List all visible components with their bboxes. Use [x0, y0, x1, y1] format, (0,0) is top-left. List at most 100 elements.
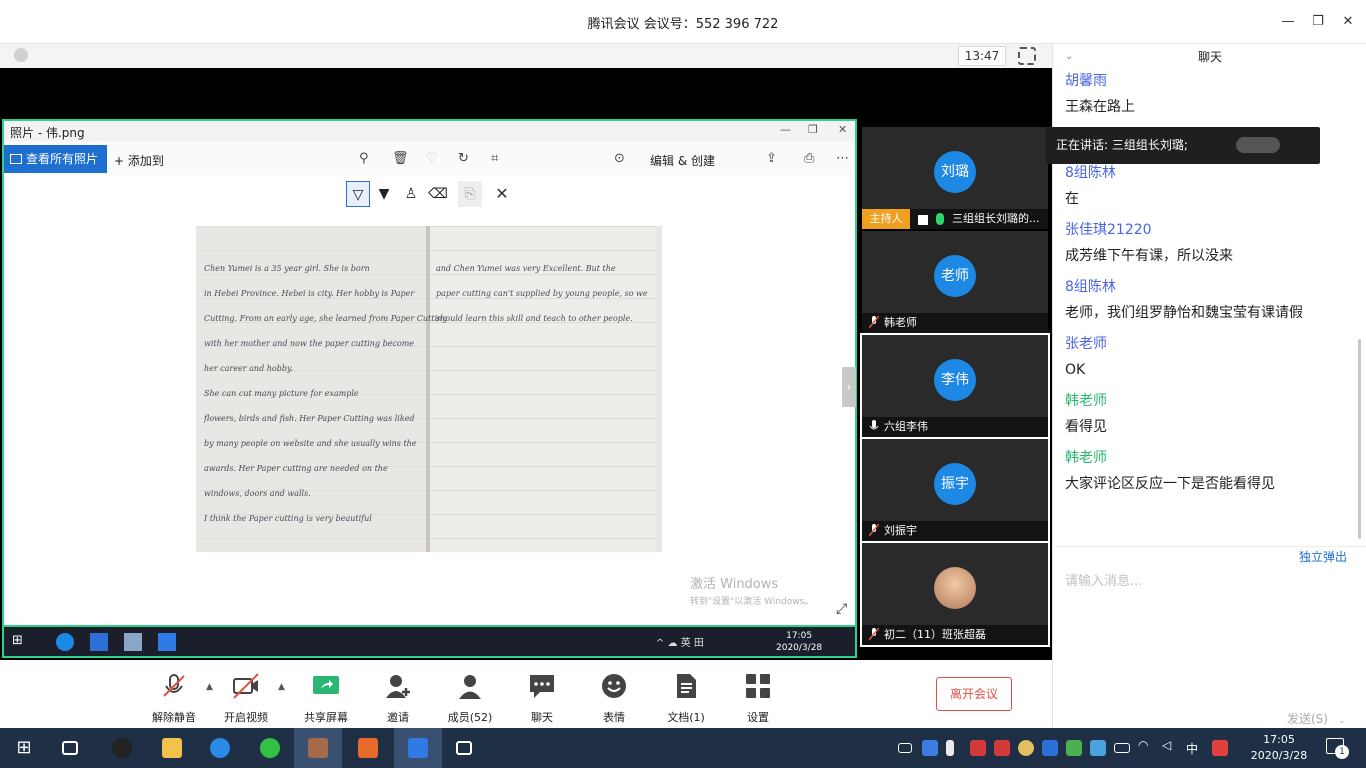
tray-app-icon[interactable]	[1066, 740, 1082, 756]
qq-tray-icon[interactable]	[1018, 740, 1034, 756]
ballpoint-pen-icon[interactable]: ▽	[346, 181, 370, 207]
emoji-button[interactable]: 表情	[576, 672, 652, 725]
crop-icon[interactable]: ⌗	[491, 151, 498, 166]
calligraphy-pen-icon[interactable]: ♙	[399, 181, 423, 207]
invite-button[interactable]: 邀请	[360, 672, 436, 725]
tencent-meeting-button[interactable]	[394, 728, 442, 768]
shield-tray-icon[interactable]	[922, 740, 938, 756]
members-icon	[459, 675, 481, 699]
battery-icon[interactable]	[1114, 743, 1130, 753]
handwriting-line: I think the Paper cutting is very beauti…	[204, 514, 372, 523]
video-off-icon	[233, 673, 259, 699]
rotate-icon[interactable]: ↻	[458, 151, 469, 166]
chevron-down-icon[interactable]: ⌄	[1065, 44, 1073, 70]
activate-windows-watermark: 激活 Windows 转到"设置"以激活 Windows。	[690, 573, 813, 607]
eraser-icon[interactable]: ⌫	[426, 181, 450, 207]
wps-tray-icon[interactable]	[1042, 740, 1058, 756]
share-icon[interactable]: ⇪	[766, 151, 777, 166]
leave-meeting-button[interactable]: 离开会议	[936, 677, 1012, 711]
photos-close-icon[interactable]: ✕	[838, 123, 847, 136]
minimize-icon[interactable]: —	[1278, 12, 1298, 32]
participant-tile[interactable]: 刘璐 三组组长刘璐的... 主持人	[862, 127, 1048, 229]
delete-icon[interactable]: 🗑	[392, 151, 409, 166]
mic-muted-icon	[869, 316, 879, 329]
handwritten-notebook-image: Chen Yumei is a 35 year girl. She is bor…	[196, 226, 662, 552]
restore-icon[interactable]: ❐	[1308, 12, 1328, 32]
fullscreen-icon[interactable]	[1018, 47, 1036, 65]
popout-link[interactable]: 独立弹出	[1299, 548, 1347, 565]
explorer-button[interactable]	[148, 728, 196, 768]
photos-minimize-icon[interactable]: —	[780, 123, 791, 136]
qq-button[interactable]	[98, 728, 146, 768]
zoom-icon[interactable]: ⚲	[359, 151, 369, 166]
meeting-title: 腾讯会议 会议号：552 396 722	[587, 17, 779, 32]
start-button[interactable]: ⊞	[0, 728, 48, 768]
camera-tray-icon[interactable]	[898, 743, 912, 753]
participant-tile[interactable]: 老师 韩老师	[862, 231, 1048, 333]
document-icon	[677, 674, 696, 698]
photos-restore-icon[interactable]: ❐	[808, 123, 818, 136]
participant-tile[interactable]: 李伟 六组李伟	[860, 333, 1050, 439]
share-screen-button[interactable]: 共享屏幕	[288, 672, 364, 725]
browser-icon	[210, 738, 230, 758]
unmute-button[interactable]: 解除静音	[136, 672, 212, 725]
edge-icon	[56, 633, 74, 651]
handwriting-line: by many people on website and she usuall…	[204, 439, 417, 448]
chat-sender: 张佳琪21220	[1065, 222, 1152, 238]
next-photo-icon[interactable]: ›	[842, 367, 856, 407]
start-video-button[interactable]: 开启视频	[208, 672, 284, 725]
shared-taskbar: ⊞ ^ ☁ 英 田 17:05 2020/3/28	[2, 627, 857, 658]
more-icon[interactable]: ⋯	[836, 151, 849, 166]
security-shield-icon[interactable]	[14, 48, 28, 62]
documents-label: 文档(1)	[667, 711, 705, 724]
members-button[interactable]: 成员(52)	[432, 672, 508, 725]
ink-close-icon[interactable]: ✕	[490, 181, 514, 207]
chat-scrollbar[interactable]	[1358, 339, 1361, 539]
participant-tile[interactable]: ⌄ 初二（11）班张超磊	[860, 541, 1050, 647]
view-all-photos-button[interactable]: 查看所有照片	[4, 145, 107, 173]
taskbar-clock[interactable]: 17:05 2020/3/28	[1244, 732, 1314, 764]
expand-icon[interactable]: ⤢	[836, 601, 847, 617]
recorder-button[interactable]	[442, 728, 490, 768]
chat-message: 老师，我们组罗静怡和魏宝莹有课请假	[1065, 305, 1303, 321]
photos-toolbar: 查看所有照片 + 添加到 ⚲ 🗑 ♡ ↻ ⌗ ⊙ 编辑 & 创建 ⇪ ⎙ ⋯	[4, 141, 855, 175]
print-icon[interactable]: ⎙	[804, 151, 814, 166]
close-icon[interactable]: ✕	[1338, 12, 1358, 32]
ppt-button[interactable]	[344, 728, 392, 768]
task-view-button[interactable]	[48, 728, 96, 768]
chat-header: ⌄ 聊天	[1053, 44, 1366, 70]
settings-button[interactable]: 设置	[720, 672, 796, 725]
speaking-indicator: 正在讲话: 三组组长刘璐;	[1046, 127, 1320, 164]
browser-button[interactable]	[196, 728, 244, 768]
mic-icon	[869, 420, 879, 430]
caret-up-icon[interactable]: ▲	[278, 682, 285, 692]
add-to-button[interactable]: + 添加到	[114, 152, 164, 169]
send-button[interactable]: 发送(S) ⌄	[1287, 710, 1346, 727]
volume-icon[interactable]: ◁	[1162, 738, 1178, 754]
chevron-down-icon[interactable]: ⌄	[1338, 716, 1346, 726]
wechat-button[interactable]	[246, 728, 294, 768]
pencil-icon[interactable]: ▼	[372, 181, 396, 207]
ime-indicator[interactable]: 中	[1186, 740, 1198, 757]
chat-input[interactable]: 请输入消息...	[1065, 570, 1142, 589]
sogou-icon[interactable]	[1212, 740, 1228, 756]
tray-app-icon[interactable]	[970, 740, 986, 756]
save-copy-icon[interactable]: ⎘	[458, 181, 482, 207]
app-button[interactable]	[294, 728, 342, 768]
chat-button[interactable]: 聊天	[504, 672, 580, 725]
activate-line1: 激活 Windows	[690, 577, 779, 592]
wifi-icon[interactable]: ◠	[1138, 738, 1154, 754]
wechat-icon	[260, 738, 280, 758]
chat-sender: 8组陈林	[1065, 279, 1116, 295]
favorite-icon[interactable]: ♡	[426, 151, 438, 166]
unmute-label: 解除静音	[152, 711, 196, 724]
edit-create-button[interactable]: 编辑 & 创建	[650, 152, 715, 169]
mic-tray-icon[interactable]	[946, 740, 954, 756]
tray-app-icon[interactable]	[994, 740, 1010, 756]
documents-button[interactable]: 文档(1)	[648, 672, 724, 725]
slideshow-icon[interactable]: ⊙	[614, 151, 625, 166]
notification-icon[interactable]: 1	[1326, 738, 1349, 759]
participant-tile[interactable]: 振宇 刘振宇	[860, 437, 1050, 543]
tray-app-icon[interactable]	[1090, 740, 1106, 756]
handwriting-line: windows, doors and walls.	[204, 489, 311, 498]
